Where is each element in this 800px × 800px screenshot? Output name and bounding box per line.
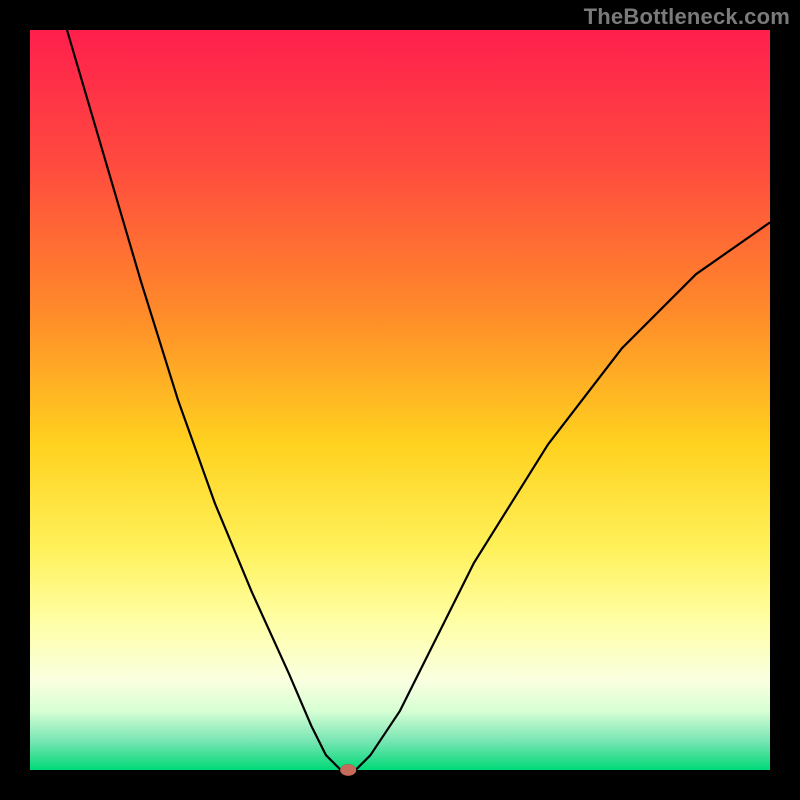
plot-area (30, 30, 770, 770)
curve-layer (30, 30, 770, 770)
watermark-text: TheBottleneck.com (584, 4, 790, 30)
bottleneck-curve (67, 30, 770, 770)
chart-frame: TheBottleneck.com (0, 0, 800, 800)
minimum-marker (340, 764, 356, 776)
